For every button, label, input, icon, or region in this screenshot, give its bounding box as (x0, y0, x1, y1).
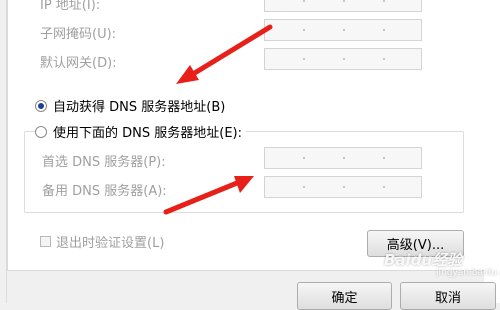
arrow-icon-lower (163, 176, 254, 215)
arrow-icon-upper (176, 24, 273, 84)
baidu-watermark-logo: Baidu经验 (384, 251, 463, 269)
baidu-watermark-url: jingyan.baidu.com (436, 268, 500, 278)
